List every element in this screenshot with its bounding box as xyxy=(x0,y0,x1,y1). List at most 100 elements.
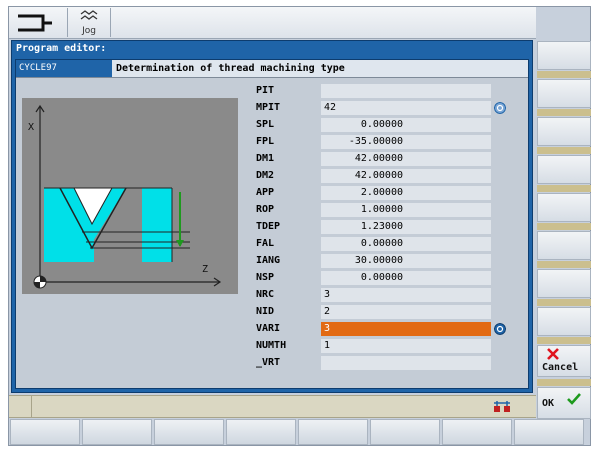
softkey-separator xyxy=(537,223,591,230)
param-value: 1.23000 xyxy=(360,221,403,232)
param-label: VARI xyxy=(256,323,281,334)
cancel-button[interactable]: Cancel xyxy=(537,345,591,377)
param-field[interactable]: 0.00000 xyxy=(321,271,491,285)
mode-label: Jog xyxy=(82,26,96,36)
cancel-label: Cancel xyxy=(542,362,579,373)
vertical-softkey-8[interactable] xyxy=(537,307,591,336)
param-label: _VRT xyxy=(256,357,281,368)
status-bar xyxy=(9,395,536,418)
param-field[interactable]: 2.00000 xyxy=(321,186,491,200)
param-field[interactable]: 0.00000 xyxy=(321,237,491,251)
param-label: FAL xyxy=(256,238,275,249)
param-value: 0.00000 xyxy=(360,272,403,283)
softkey-separator xyxy=(537,109,591,116)
param-field[interactable]: 42.00000 xyxy=(321,152,491,166)
param-label: NID xyxy=(256,306,275,317)
toggle-icon[interactable] xyxy=(494,323,506,335)
softkey-separator xyxy=(537,261,591,268)
cycle-description: Determination of thread machining type xyxy=(116,63,345,74)
param-label: NUMTH xyxy=(256,340,287,351)
param-label: DM2 xyxy=(256,170,275,181)
ok-label: OK xyxy=(542,398,555,409)
vertical-softkey-4[interactable] xyxy=(537,155,591,184)
param-label: ROP xyxy=(256,204,275,215)
horizontal-softkey-2[interactable] xyxy=(82,419,152,445)
param-field[interactable]: 42.00000 xyxy=(321,169,491,183)
checkmark-icon xyxy=(567,393,581,405)
param-field[interactable]: 3 xyxy=(321,288,491,302)
param-label: NSP xyxy=(256,272,275,283)
vertical-softkey-1[interactable] xyxy=(537,41,591,70)
param-field[interactable]: 2 xyxy=(321,305,491,319)
softkey-separator xyxy=(537,147,591,154)
form-body: Z X PIT MPIT 42 SPL 0.00000 FPL -35.0000… xyxy=(16,78,528,388)
param-label: MPIT xyxy=(256,102,281,113)
horizontal-softkey-3[interactable] xyxy=(154,419,224,445)
softkey-separator xyxy=(537,379,591,386)
cycle-name: CYCLE97 xyxy=(16,60,112,77)
channel-status-icon xyxy=(494,401,510,412)
param-field[interactable]: 30.00000 xyxy=(321,254,491,268)
param-value: 1 xyxy=(324,340,331,351)
vertical-softkey-6[interactable] xyxy=(537,231,591,260)
param-field[interactable]: -35.00000 xyxy=(321,135,491,149)
hmi-screen: Jog Cancel OK Program editor: CYCLE97 De… xyxy=(8,6,591,446)
param-label: NRC xyxy=(256,289,275,300)
horizontal-softkey-8[interactable] xyxy=(514,419,584,445)
param-value: 42.00000 xyxy=(354,153,403,164)
softkey-separator xyxy=(537,337,591,344)
param-label: SPL xyxy=(256,119,275,130)
softkey-separator xyxy=(537,299,591,306)
param-field[interactable] xyxy=(321,84,491,98)
vertical-softkey-2[interactable] xyxy=(537,79,591,108)
jog-mode-icon xyxy=(80,10,98,20)
machine-area-icon[interactable] xyxy=(15,10,55,35)
param-value: 42 xyxy=(324,102,337,113)
param-label: TDEP xyxy=(256,221,281,232)
softkey-separator xyxy=(537,71,591,78)
param-value: 3 xyxy=(324,323,331,334)
horizontal-softkey-1[interactable] xyxy=(10,419,80,445)
param-value: 0.00000 xyxy=(360,119,403,130)
param-field[interactable] xyxy=(321,356,491,370)
x-axis-label: Z xyxy=(202,264,209,275)
horizontal-softkey-4[interactable] xyxy=(226,419,296,445)
param-value: 3 xyxy=(324,289,331,300)
status-divider xyxy=(31,396,32,417)
ok-button[interactable]: OK xyxy=(537,387,591,419)
jog-mode-indicator[interactable]: Jog xyxy=(67,8,111,37)
program-editor-dialog: Program editor: CYCLE97 Determination of… xyxy=(11,40,533,393)
vertical-softkey-3[interactable] xyxy=(537,117,591,146)
param-field-selected[interactable]: 3 xyxy=(321,322,491,336)
vertical-softkey-5[interactable] xyxy=(537,193,591,222)
param-value: 2 xyxy=(324,306,331,317)
cycle-header: CYCLE97 Determination of thread machinin… xyxy=(16,60,528,78)
horizontal-softkey-7[interactable] xyxy=(442,419,512,445)
param-field[interactable]: 1.00000 xyxy=(321,203,491,217)
toggle-icon[interactable] xyxy=(494,102,506,114)
param-label: PIT xyxy=(256,85,275,96)
param-value: 1.00000 xyxy=(360,204,403,215)
param-label: FPL xyxy=(256,136,275,147)
horizontal-softkey-6[interactable] xyxy=(370,419,440,445)
vertical-softkey-7[interactable] xyxy=(537,269,591,298)
param-value: 0.00000 xyxy=(360,238,403,249)
softkey-separator xyxy=(537,185,591,192)
param-value: 30.00000 xyxy=(354,255,403,266)
param-label: APP xyxy=(256,187,275,198)
horizontal-softkey-5[interactable] xyxy=(298,419,368,445)
cycle-form: CYCLE97 Determination of thread machinin… xyxy=(15,59,529,389)
param-label: IANG xyxy=(256,255,281,266)
param-value: 2.00000 xyxy=(360,187,403,198)
param-label: DM1 xyxy=(256,153,275,164)
y-axis-label: X xyxy=(28,122,35,133)
cross-icon xyxy=(547,348,559,360)
param-field[interactable]: 42 xyxy=(321,101,491,115)
param-field[interactable]: 1.23000 xyxy=(321,220,491,234)
top-bar: Jog xyxy=(9,7,536,39)
param-field[interactable]: 0.00000 xyxy=(321,118,491,132)
thread-cycle-graphic: Z X xyxy=(22,98,238,294)
vertical-softkey-bar: Cancel OK xyxy=(536,7,592,447)
param-field[interactable]: 1 xyxy=(321,339,491,353)
dialog-title: Program editor: xyxy=(16,43,107,54)
